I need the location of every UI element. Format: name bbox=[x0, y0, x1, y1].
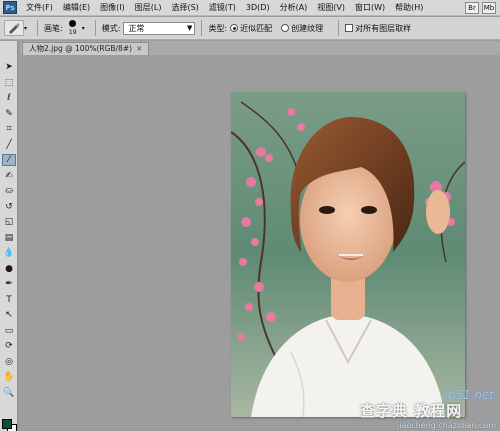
checkbox-icon bbox=[345, 24, 354, 32]
eyedropper-icon[interactable]: ╱ bbox=[2, 139, 16, 151]
menu-edit[interactable]: 编辑(E) bbox=[58, 0, 95, 16]
quick-select-icon[interactable]: ✎ bbox=[2, 108, 16, 120]
create-texture-radio[interactable]: 创建纹理 bbox=[281, 23, 326, 34]
bridge-button[interactable]: Br bbox=[465, 1, 479, 14]
document-canvas[interactable] bbox=[231, 92, 465, 417]
options-bar: ▾ 画笔: 19 ▾ 模式: 正常 ▼ 类型: 近似匹配 创建纹理 对所有图层取… bbox=[0, 17, 500, 40]
zoom-icon[interactable]: 🔍 bbox=[2, 387, 16, 399]
document-tab[interactable]: 人物2.jpg @ 100%(RGB/8#) × bbox=[22, 42, 150, 55]
menu-file[interactable]: 文件(F) bbox=[21, 0, 58, 16]
3d-orbit-icon[interactable]: ◎ bbox=[2, 356, 16, 368]
foreground-color-swatch[interactable] bbox=[2, 419, 12, 429]
crop-icon[interactable]: ⌗ bbox=[2, 123, 16, 135]
menu-view[interactable]: 视图(V) bbox=[312, 0, 350, 16]
mode-select[interactable]: 正常 ▼ bbox=[123, 21, 196, 35]
divider bbox=[37, 20, 39, 36]
menu-layer[interactable]: 图层(L) bbox=[130, 0, 167, 16]
menu-3d[interactable]: 3D(D) bbox=[241, 0, 275, 16]
proximity-match-label: 近似匹配 bbox=[240, 23, 273, 33]
chevron-down-icon: ▼ bbox=[187, 24, 193, 32]
eraser-icon[interactable]: ◱ bbox=[2, 216, 16, 228]
chevron-down-icon[interactable]: ▾ bbox=[82, 25, 85, 32]
lasso-icon[interactable]: ℓ bbox=[2, 92, 16, 104]
menu-image[interactable]: 图像(I) bbox=[95, 0, 130, 16]
divider bbox=[338, 20, 340, 36]
type-icon[interactable]: T bbox=[2, 294, 16, 306]
menu-bar: Ps 文件(F) 编辑(E) 图像(I) 图层(L) 选择(S) 滤镜(T) 3… bbox=[0, 0, 500, 16]
menu-window[interactable]: 窗口(W) bbox=[350, 0, 390, 16]
gradient-icon[interactable]: ▤ bbox=[2, 232, 16, 244]
dodge-icon[interactable]: ● bbox=[2, 263, 16, 275]
path-select-icon[interactable]: ↖ bbox=[2, 309, 16, 321]
menu-select[interactable]: 选择(S) bbox=[166, 0, 203, 16]
brush-picker[interactable]: 19 bbox=[66, 19, 80, 37]
create-texture-label: 创建纹理 bbox=[291, 23, 324, 33]
canvas-workspace[interactable] bbox=[19, 55, 500, 431]
3d-rotate-icon[interactable]: ⟳ bbox=[2, 340, 16, 352]
radio-unchecked-icon bbox=[281, 24, 290, 32]
blur-icon[interactable]: 💧 bbox=[2, 247, 16, 259]
photoshop-logo: Ps bbox=[3, 1, 17, 14]
brush-size: 19 bbox=[68, 29, 77, 36]
sample-all-layers-label: 对所有图层取样 bbox=[355, 23, 412, 33]
divider bbox=[94, 20, 96, 36]
mode-label: 模式: bbox=[101, 23, 121, 33]
mode-value: 正常 bbox=[128, 23, 145, 33]
pen-icon[interactable]: ✒ bbox=[2, 278, 16, 290]
radio-checked-icon bbox=[230, 24, 239, 32]
sample-all-layers-checkbox[interactable]: 对所有图层取样 bbox=[345, 23, 414, 34]
menu-analysis[interactable]: 分析(A) bbox=[275, 0, 313, 16]
shape-icon[interactable]: ▭ bbox=[2, 325, 16, 337]
type-label: 类型: bbox=[208, 23, 228, 33]
hand-icon[interactable]: ✋ bbox=[2, 371, 16, 383]
clone-stamp-icon[interactable]: ⛀ bbox=[2, 185, 16, 197]
close-icon[interactable]: × bbox=[136, 44, 142, 53]
proximity-match-radio[interactable]: 近似匹配 bbox=[230, 23, 275, 34]
divider bbox=[201, 20, 203, 36]
marquee-icon[interactable]: ⬚ bbox=[2, 77, 16, 89]
minibridge-button[interactable]: Mb bbox=[482, 1, 496, 14]
menubar-right-controls: Br Mb bbox=[465, 1, 500, 14]
chevron-down-icon[interactable]: ▾ bbox=[24, 25, 27, 32]
brush-tip-icon bbox=[68, 20, 76, 27]
brush-label: 画笔: bbox=[44, 23, 63, 33]
menu-filter[interactable]: 滤镜(T) bbox=[204, 0, 241, 16]
menu-help[interactable]: 帮助(H) bbox=[390, 0, 428, 16]
history-brush-icon[interactable]: ↺ bbox=[2, 201, 16, 213]
document-title: 人物2.jpg @ 100%(RGB/8#) bbox=[29, 44, 133, 53]
move-icon[interactable]: ➤ bbox=[2, 61, 16, 73]
healing-brush-icon[interactable]: ⁄ bbox=[2, 154, 16, 166]
brush-icon[interactable]: ✍ bbox=[2, 170, 16, 182]
document-tab-bar: 人物2.jpg @ 100%(RGB/8#) × bbox=[20, 41, 500, 55]
tool-preset-picker[interactable] bbox=[4, 20, 24, 36]
healing-brush-icon bbox=[9, 23, 20, 34]
portrait-photo bbox=[231, 92, 465, 417]
tools-panel: ➤ ⬚ ℓ ✎ ⌗ ╱ ⁄ ✍ ⛀ ↺ ◱ ▤ 💧 ● ✒ T ↖ ▭ ⟳ ◎ ✋ 🔍 bbox=[0, 41, 18, 431]
